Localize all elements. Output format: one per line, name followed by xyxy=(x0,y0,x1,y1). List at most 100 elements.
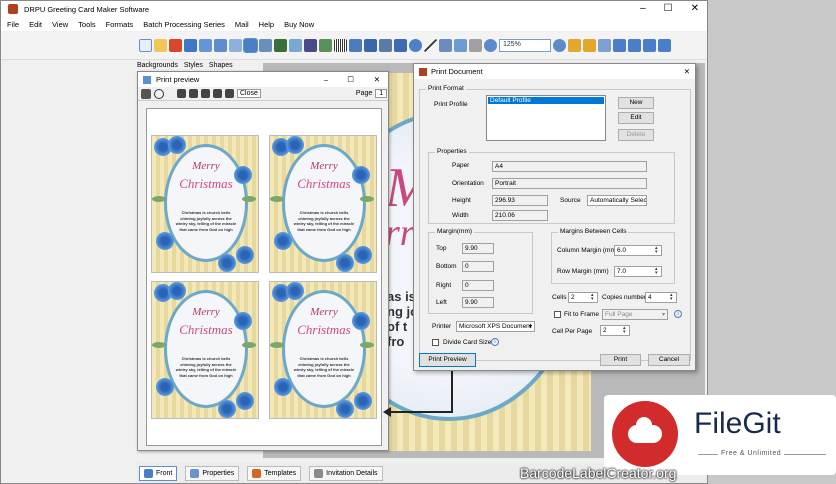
save-icon[interactable] xyxy=(184,39,197,52)
right-margin-label: Right xyxy=(436,282,452,289)
menu-tools[interactable]: Tools xyxy=(78,20,96,29)
one-page-icon[interactable] xyxy=(177,89,186,98)
image-icon[interactable] xyxy=(229,39,242,52)
print-preview-button[interactable]: Print Preview xyxy=(419,353,476,367)
card-line1: Merry xyxy=(192,306,220,318)
fit-to-frame-checkbox[interactable] xyxy=(554,311,561,318)
frame-icon[interactable] xyxy=(439,39,452,52)
edit-profile-button[interactable]: Edit xyxy=(618,112,654,124)
picture-icon[interactable] xyxy=(289,39,302,52)
barcode-icon[interactable] xyxy=(334,39,347,52)
menu-edit[interactable]: Edit xyxy=(29,20,42,29)
arrow-left-icon[interactable] xyxy=(613,39,626,52)
preview-card: Merry Christmas Christmas is church bell… xyxy=(269,135,377,273)
print-preview-title: Print preview xyxy=(156,75,200,84)
zoom-select[interactable]: 125% xyxy=(499,39,551,52)
pen-icon[interactable] xyxy=(304,39,317,52)
menu-batch-processing[interactable]: Batch Processing Series xyxy=(143,20,225,29)
source-select[interactable]: Automatically Select xyxy=(587,195,647,206)
fit-info-icon[interactable]: i xyxy=(674,310,682,318)
open-icon[interactable] xyxy=(154,39,167,52)
new-icon[interactable] xyxy=(139,39,152,52)
align-icon[interactable] xyxy=(598,39,611,52)
page-number-input[interactable]: 1 xyxy=(375,89,388,98)
word-art-icon[interactable] xyxy=(364,39,377,52)
minimize-button[interactable]: – xyxy=(640,3,646,14)
four-pages-icon[interactable] xyxy=(213,89,222,98)
tab-templates[interactable]: Templates xyxy=(247,465,302,481)
three-pages-icon[interactable] xyxy=(201,89,210,98)
dialog-close-button[interactable]: ✕ xyxy=(684,67,690,76)
six-pages-icon[interactable] xyxy=(225,89,234,98)
copies-stepper[interactable]: 4 xyxy=(645,292,677,303)
save-as-icon[interactable] xyxy=(199,39,212,52)
tab-front[interactable]: Front xyxy=(139,465,178,481)
preview-zoom-icon[interactable] xyxy=(154,88,164,99)
maximize-button[interactable]: ☐ xyxy=(664,3,673,14)
menu-help[interactable]: Help xyxy=(259,20,274,29)
height-field[interactable]: 296.93 xyxy=(492,195,548,206)
print-button[interactable]: Print xyxy=(600,354,641,366)
text-icon[interactable] xyxy=(274,39,287,52)
arrow-down-icon[interactable] xyxy=(658,39,671,52)
preview-minimize-button[interactable]: – xyxy=(324,75,328,84)
two-pages-icon[interactable] xyxy=(189,89,198,98)
signature-icon[interactable] xyxy=(379,39,392,52)
line-icon[interactable] xyxy=(424,39,437,52)
export-icon[interactable] xyxy=(214,39,227,52)
preview-close-button[interactable]: ✕ xyxy=(374,75,380,84)
preview-close-label[interactable]: Close xyxy=(237,89,261,98)
divide-info-icon[interactable]: i xyxy=(491,338,499,346)
redo-icon[interactable] xyxy=(469,39,482,52)
close-button[interactable]: ✕ xyxy=(691,3,699,14)
tab-invitation-details[interactable]: Invitation Details xyxy=(309,465,383,481)
canvas-text-5: of t xyxy=(387,319,408,334)
printer-select[interactable]: Microsoft XPS Document xyxy=(456,321,535,332)
print-preview-icon[interactable] xyxy=(243,38,258,53)
print-icon[interactable] xyxy=(259,39,272,52)
width-field[interactable]: 210.06 xyxy=(492,210,548,221)
cancel-button[interactable]: Cancel xyxy=(648,354,690,366)
tab-properties[interactable]: Properties xyxy=(185,465,240,481)
library-icon[interactable] xyxy=(349,39,362,52)
profile-item-default[interactable]: Default Profile xyxy=(488,97,604,104)
lock-icon[interactable] xyxy=(568,39,581,52)
zoom-in-icon[interactable] xyxy=(484,39,497,52)
bottom-margin-field[interactable]: 0 xyxy=(462,261,494,272)
preview-maximize-button[interactable]: ☐ xyxy=(347,75,354,84)
preview-print-icon[interactable] xyxy=(141,88,151,99)
menu-file[interactable]: File xyxy=(7,20,19,29)
divide-card-size-checkbox[interactable] xyxy=(432,339,439,346)
menu-mail[interactable]: Mail xyxy=(235,20,249,29)
tab-invitation-label: Invitation Details xyxy=(326,469,378,477)
new-profile-button[interactable]: New xyxy=(618,97,654,109)
orientation-field[interactable]: Portrait xyxy=(492,178,647,189)
preview-card: Merry Christmas Christmas is church bell… xyxy=(151,135,259,273)
menu-view[interactable]: View xyxy=(52,20,68,29)
shape-icon[interactable] xyxy=(394,39,407,52)
top-margin-field[interactable]: 9.90 xyxy=(462,243,494,254)
column-margin-stepper[interactable]: 6.0 xyxy=(614,245,662,256)
arrow-up-icon[interactable] xyxy=(643,39,656,52)
delete-profile-button[interactable]: Delete xyxy=(618,129,654,141)
left-margin-field[interactable]: 9.90 xyxy=(462,297,494,308)
print-profile-list[interactable]: Default Profile xyxy=(486,95,606,141)
ellipse-icon[interactable] xyxy=(409,39,422,52)
cells-stepper[interactable]: 2 xyxy=(568,292,598,303)
fit-to-frame-select[interactable]: Full Page xyxy=(602,309,668,320)
arrow-right-icon[interactable] xyxy=(628,39,641,52)
print-preview-title-bar: Print preview – ☐ ✕ xyxy=(138,72,388,87)
unlock-icon[interactable] xyxy=(583,39,596,52)
cell-per-page-stepper[interactable]: 2 xyxy=(600,325,630,336)
grid-icon[interactable] xyxy=(319,39,332,52)
right-margin-field[interactable]: 0 xyxy=(462,280,494,291)
zoom-out-icon[interactable] xyxy=(553,39,566,52)
row-margin-stepper[interactable]: 7.0 xyxy=(614,266,662,277)
delete-icon[interactable] xyxy=(169,39,182,52)
undo-icon[interactable] xyxy=(454,39,467,52)
paper-field[interactable]: A4 xyxy=(492,161,647,172)
menu-buy-now[interactable]: Buy Now xyxy=(284,20,314,29)
menu-formats[interactable]: Formats xyxy=(106,20,134,29)
print-document-title: Print Document xyxy=(431,67,483,76)
card-line2: Christmas xyxy=(297,176,351,191)
